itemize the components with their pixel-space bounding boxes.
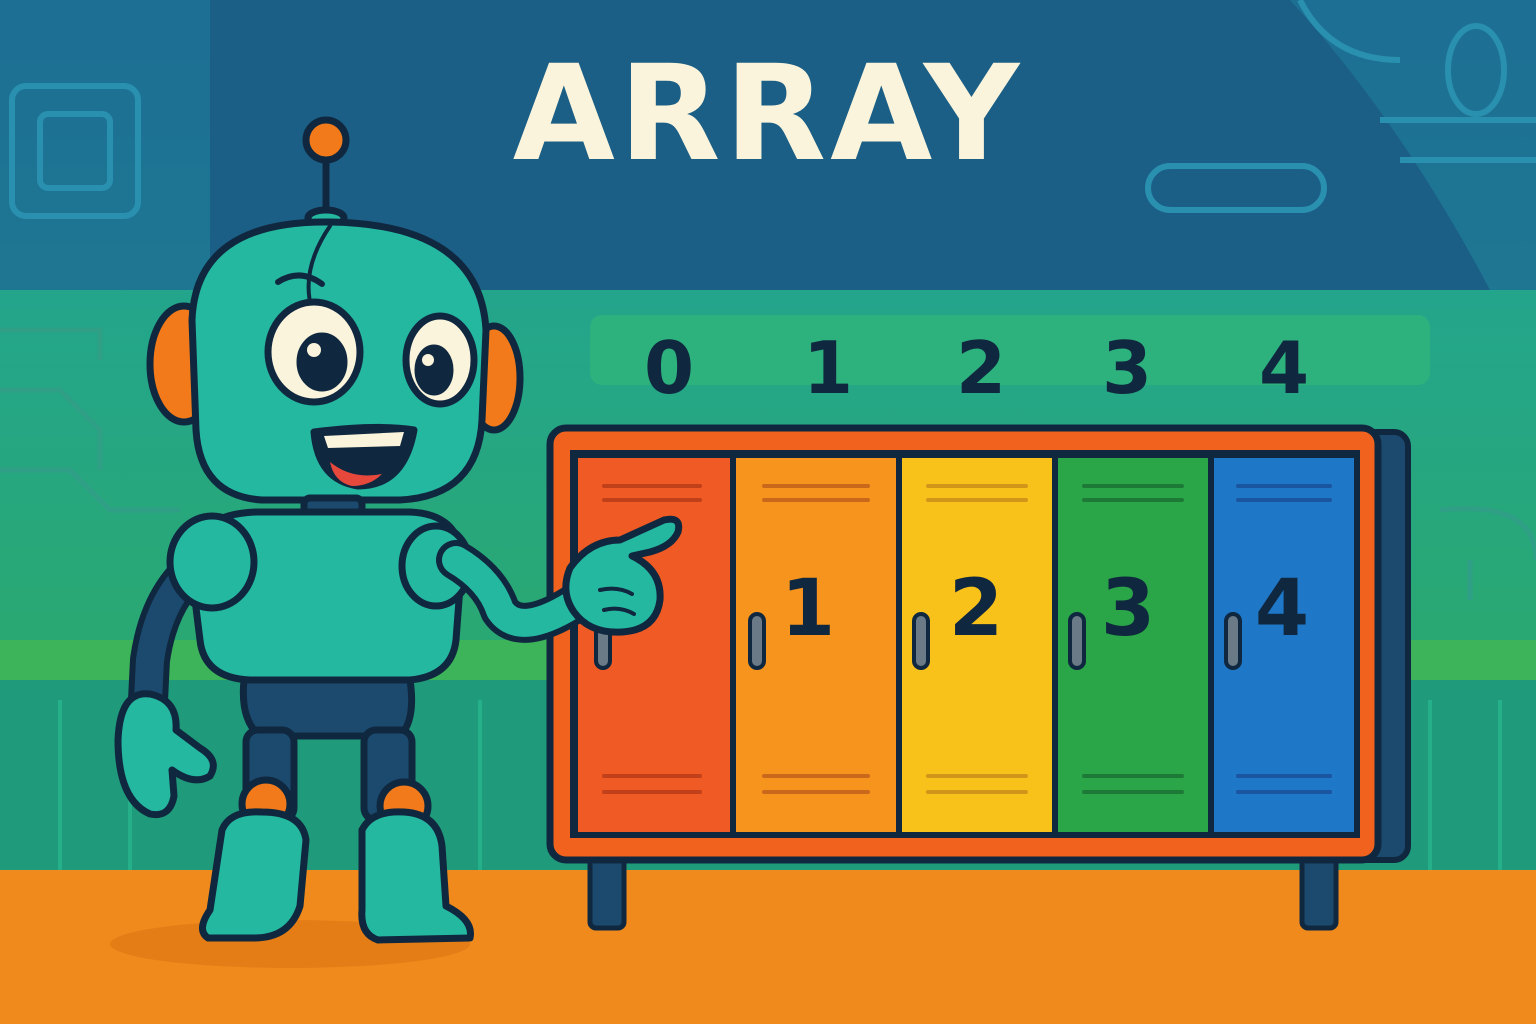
page-title: ARRAY: [512, 37, 1024, 191]
array-illustration: ARRAY 0 1 2 3 4 1 2 3 4: [0, 0, 1536, 1024]
index-label-0: 0: [643, 326, 695, 410]
locker-value-1: 1: [780, 564, 836, 654]
index-label-1: 1: [802, 326, 854, 410]
locker-value-3: 3: [1100, 564, 1156, 654]
index-label-2: 2: [955, 326, 1007, 410]
index-label-3: 3: [1101, 326, 1153, 410]
locker-value-2: 2: [948, 564, 1004, 654]
index-label-4: 4: [1258, 326, 1310, 410]
locker-cabinet-icon: [546, 424, 1411, 931]
locker-value-4: 4: [1254, 564, 1310, 654]
